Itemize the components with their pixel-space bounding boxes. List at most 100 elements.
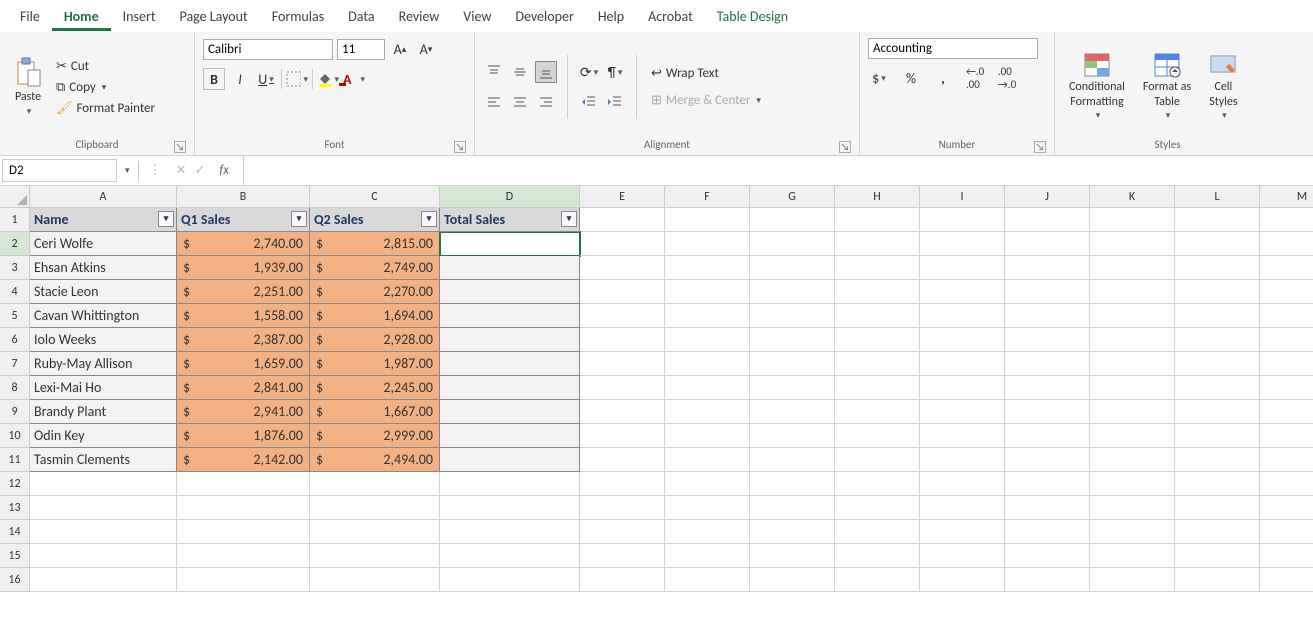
q1-cell[interactable]: $2,142.00 [177, 448, 310, 472]
cell[interactable] [1090, 328, 1175, 352]
cell[interactable] [30, 496, 177, 520]
row-header-6[interactable]: 6 [0, 328, 30, 352]
increase-font-button[interactable]: A▴ [389, 38, 411, 60]
cell[interactable] [835, 256, 920, 280]
cell[interactable] [1175, 232, 1260, 256]
cell[interactable] [665, 520, 750, 544]
cell[interactable] [835, 400, 920, 424]
cell[interactable] [1175, 304, 1260, 328]
align-middle-button[interactable] [509, 61, 531, 83]
cell[interactable] [1175, 328, 1260, 352]
cell[interactable] [580, 280, 665, 304]
cell[interactable] [1005, 520, 1090, 544]
q2-cell[interactable]: $2,494.00 [310, 448, 440, 472]
cell[interactable] [665, 352, 750, 376]
dialog-launcher-icon[interactable]: ↘ [839, 141, 851, 153]
font-color-button[interactable]: A▾ [343, 68, 365, 90]
cell[interactable] [1175, 256, 1260, 280]
cell[interactable] [1175, 400, 1260, 424]
cell[interactable] [1005, 568, 1090, 592]
table-header-name[interactable]: Name▾ [30, 208, 177, 232]
column-header-K[interactable]: K [1090, 186, 1175, 208]
percent-button[interactable]: % [900, 67, 922, 89]
tab-insert[interactable]: Insert [111, 2, 168, 31]
total-cell[interactable] [440, 328, 580, 352]
cell[interactable] [30, 472, 177, 496]
name-cell[interactable]: Ehsan Atkins [30, 256, 177, 280]
cell[interactable] [750, 280, 835, 304]
increase-decimal-button[interactable]: ←.0.00 [964, 67, 986, 89]
cell[interactable] [1005, 400, 1090, 424]
cell[interactable] [1260, 280, 1313, 304]
cell[interactable] [920, 400, 1005, 424]
cell[interactable] [440, 520, 580, 544]
cell[interactable] [177, 496, 310, 520]
cell[interactable] [1090, 376, 1175, 400]
q1-cell[interactable]: $1,939.00 [177, 256, 310, 280]
cell[interactable] [580, 400, 665, 424]
cell[interactable] [920, 352, 1005, 376]
name-cell[interactable]: Cavan Whittington [30, 304, 177, 328]
column-header-L[interactable]: L [1175, 186, 1260, 208]
tab-file[interactable]: File [8, 2, 52, 31]
cell[interactable] [750, 424, 835, 448]
cell[interactable] [1175, 376, 1260, 400]
tab-page-layout[interactable]: Page Layout [168, 2, 260, 31]
column-header-H[interactable]: H [835, 186, 920, 208]
cell[interactable] [1005, 424, 1090, 448]
row-header-11[interactable]: 11 [0, 448, 30, 472]
cell[interactable] [750, 256, 835, 280]
cell[interactable] [1260, 208, 1313, 232]
cell[interactable] [1090, 544, 1175, 568]
bold-button[interactable]: B [203, 68, 225, 90]
cell[interactable] [835, 208, 920, 232]
formula-input[interactable] [244, 156, 1313, 185]
tab-acrobat[interactable]: Acrobat [636, 2, 705, 31]
cell[interactable] [1005, 376, 1090, 400]
cell[interactable] [1260, 472, 1313, 496]
select-all-corner[interactable] [0, 186, 30, 208]
cell[interactable] [835, 448, 920, 472]
cell[interactable] [30, 568, 177, 592]
cell[interactable] [750, 232, 835, 256]
cell[interactable] [1005, 208, 1090, 232]
name-cell[interactable]: Brandy Plant [30, 400, 177, 424]
cell[interactable] [580, 424, 665, 448]
cell[interactable] [920, 568, 1005, 592]
filter-button[interactable]: ▾ [158, 211, 174, 227]
cell[interactable] [920, 520, 1005, 544]
merge-center-button[interactable]: ⊞Merge & Center▾ [647, 91, 765, 110]
cell[interactable] [750, 544, 835, 568]
tab-formulas[interactable]: Formulas [260, 2, 336, 31]
decrease-decimal-button[interactable]: .00→.0 [996, 67, 1018, 89]
q1-cell[interactable]: $2,841.00 [177, 376, 310, 400]
italic-button[interactable]: I [229, 68, 251, 90]
total-cell[interactable] [440, 424, 580, 448]
row-header-4[interactable]: 4 [0, 280, 30, 304]
cell[interactable] [920, 448, 1005, 472]
cell[interactable] [30, 520, 177, 544]
number-format-combo[interactable] [868, 38, 1038, 59]
q1-cell[interactable]: $2,941.00 [177, 400, 310, 424]
row-header-16[interactable]: 16 [0, 568, 30, 592]
q2-cell[interactable]: $2,999.00 [310, 424, 440, 448]
cell[interactable] [1005, 448, 1090, 472]
dialog-launcher-icon[interactable]: ↘ [454, 141, 466, 153]
cell[interactable] [665, 280, 750, 304]
tab-developer[interactable]: Developer [503, 2, 585, 31]
cell[interactable] [750, 472, 835, 496]
dialog-launcher-icon[interactable]: ↘ [1034, 141, 1046, 153]
table-header-total[interactable]: Total Sales▾ [440, 208, 580, 232]
cell[interactable] [665, 400, 750, 424]
cell[interactable] [665, 208, 750, 232]
tab-help[interactable]: Help [586, 2, 636, 31]
cell[interactable] [177, 568, 310, 592]
dialog-launcher-icon[interactable]: ↘ [174, 141, 186, 153]
cell[interactable] [665, 448, 750, 472]
cell[interactable] [440, 568, 580, 592]
row-header-1[interactable]: 1 [0, 208, 30, 232]
tab-data[interactable]: Data [336, 2, 386, 31]
orientation-button[interactable]: ⟳▾ [578, 61, 600, 83]
cell[interactable] [750, 304, 835, 328]
cell[interactable] [1090, 352, 1175, 376]
